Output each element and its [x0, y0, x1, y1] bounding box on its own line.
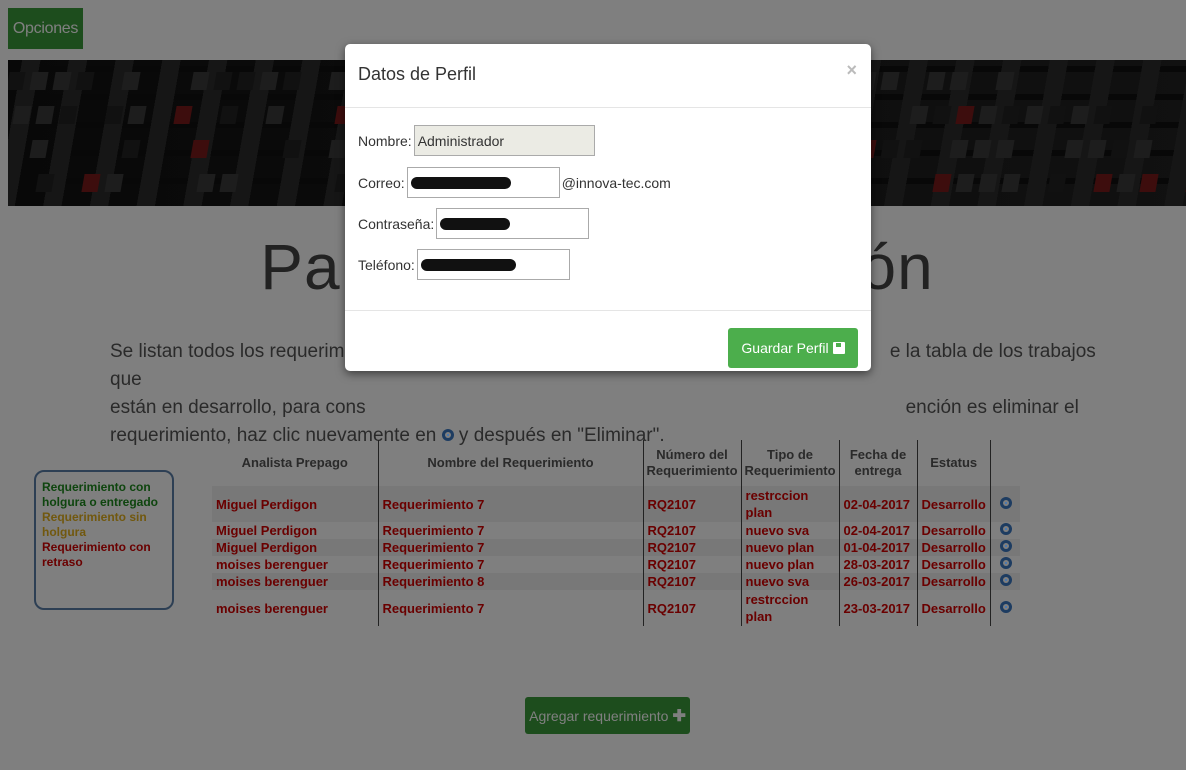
- nombre-row: Nombre: Administrador: [358, 125, 595, 156]
- modal-body: Nombre: Administrador Correo: @innova-te…: [345, 108, 871, 311]
- contrasena-field[interactable]: [436, 208, 590, 239]
- correo-suffix: @innova-tec.com: [561, 174, 671, 191]
- save-profile-label: Guardar Perfil: [741, 340, 829, 356]
- close-icon[interactable]: ×: [846, 60, 857, 81]
- correo-label: Correo:: [358, 174, 405, 191]
- nombre-field: Administrador: [413, 125, 595, 156]
- correo-row: Correo: @innova-tec.com: [358, 167, 671, 198]
- profile-modal: Datos de Perfil × Nombre: Administrador …: [345, 44, 871, 371]
- contrasena-label: Contraseña:: [358, 215, 435, 232]
- redacted-phone: [420, 258, 516, 271]
- telefono-label: Teléfono:: [358, 256, 415, 273]
- floppy-disk-icon: [832, 342, 845, 354]
- redacted-password: [440, 217, 511, 230]
- modal-header: Datos de Perfil ×: [345, 44, 871, 108]
- redacted-email: [410, 176, 511, 189]
- correo-field[interactable]: [406, 167, 560, 198]
- save-profile-button[interactable]: Guardar Perfil: [728, 328, 858, 368]
- telefono-field[interactable]: [416, 249, 570, 280]
- contrasena-row: Contraseña:: [358, 208, 590, 239]
- modal-title: Datos de Perfil: [358, 64, 477, 84]
- nombre-label: Nombre:: [358, 132, 412, 149]
- telefono-row: Teléfono:: [358, 249, 570, 280]
